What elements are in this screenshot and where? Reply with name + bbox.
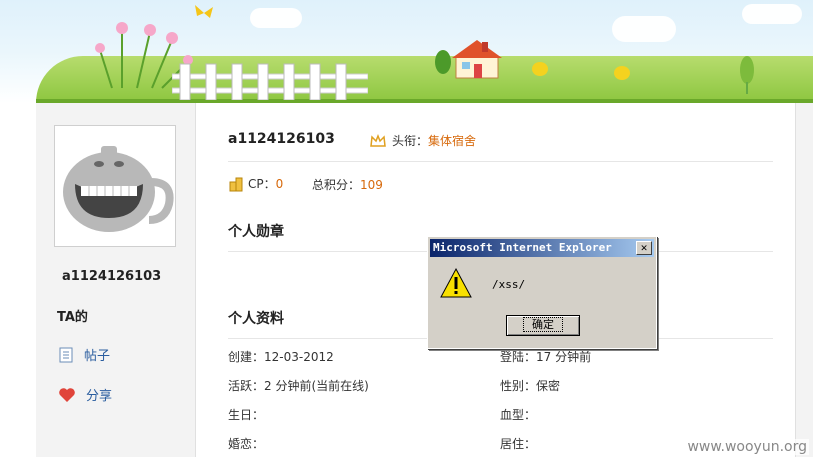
ok-button[interactable]: 确定 bbox=[506, 315, 580, 336]
sidebar-username: a1124126103 bbox=[62, 269, 162, 284]
ok-label: 确定 bbox=[523, 317, 563, 332]
sidebar-item-label: 分享 bbox=[86, 389, 113, 404]
cloud bbox=[742, 4, 802, 24]
gender-field: 性别：保密 bbox=[500, 379, 561, 393]
chick-illustration bbox=[532, 62, 548, 76]
coins-icon bbox=[229, 177, 243, 191]
marital-field: 婚恋： bbox=[228, 437, 265, 451]
sidebar-item-posts[interactable]: 帖子 bbox=[58, 345, 110, 364]
score-label: 总积分： bbox=[312, 178, 361, 192]
sidebar-item-share[interactable]: 分享 bbox=[58, 385, 112, 404]
close-button[interactable]: ✕ bbox=[636, 241, 652, 255]
active-field: 活跃：2 分钟前(当前在线) bbox=[228, 379, 369, 393]
created-field: 创建：12-03-2012 bbox=[228, 350, 334, 364]
score-stat: 总积分：109 bbox=[312, 176, 383, 193]
cp-value: 0 bbox=[275, 176, 284, 191]
cp-label: CP： bbox=[248, 177, 276, 191]
right-gutter bbox=[795, 103, 813, 457]
medals-heading: 个人勋章 bbox=[228, 224, 284, 240]
sidebar-item-label: 帖子 bbox=[84, 349, 111, 364]
info-heading: 个人资料 bbox=[228, 311, 284, 327]
title-label: 头衔： bbox=[392, 134, 429, 148]
dialog-message: /xss/ bbox=[492, 278, 526, 291]
avatar[interactable] bbox=[54, 125, 176, 247]
blood-type-field: 血型： bbox=[500, 408, 537, 422]
ta-section-label: TA的 bbox=[57, 310, 88, 325]
birthday-field: 生日： bbox=[228, 408, 265, 422]
heart-icon bbox=[59, 387, 75, 402]
dialog-titlebar[interactable]: Microsoft Internet Explorer ✕ bbox=[430, 239, 654, 257]
warning-icon bbox=[440, 267, 472, 298]
cp-stat: CP： 0 bbox=[228, 175, 283, 192]
profile-username: a1124126103 bbox=[228, 131, 335, 147]
house-illustration bbox=[452, 40, 502, 79]
cloud bbox=[250, 8, 302, 28]
chick-illustration bbox=[614, 66, 630, 80]
user-title: 头衔： 集体宿舍 bbox=[370, 132, 476, 149]
score-value: 109 bbox=[360, 178, 383, 192]
document-icon bbox=[59, 347, 73, 362]
fence-illustration bbox=[172, 63, 368, 100]
header-banner bbox=[0, 0, 813, 103]
watermark: www.wooyun.org bbox=[685, 439, 809, 455]
teapot-avatar-icon bbox=[63, 146, 174, 232]
sidebar: a1124126103 TA的 帖子 分享 bbox=[36, 103, 196, 457]
butterfly-icon bbox=[195, 5, 213, 18]
crown-icon bbox=[370, 133, 386, 147]
tree-illustration bbox=[435, 50, 451, 74]
profile-page: a1124126103 TA的 帖子 分享 a1124126103 头衔： 集体宿… bbox=[36, 103, 813, 457]
cloud bbox=[612, 16, 676, 42]
divider bbox=[228, 161, 773, 162]
alert-dialog: Microsoft Internet Explorer ✕ /xss/ 确定 bbox=[427, 236, 657, 349]
login-field: 登陆：17 分钟前 bbox=[500, 350, 592, 364]
dialog-title: Microsoft Internet Explorer bbox=[433, 241, 612, 254]
title-value[interactable]: 集体宿舍 bbox=[428, 132, 476, 149]
tree-illustration bbox=[740, 56, 754, 94]
residence-field: 居住： bbox=[500, 437, 537, 451]
